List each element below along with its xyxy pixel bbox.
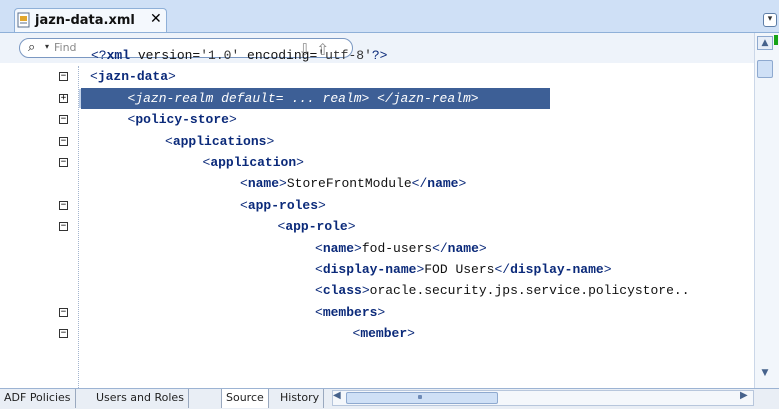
code-token: </ (411, 176, 428, 192)
code-token: < (315, 304, 323, 320)
code-token: xml (106, 48, 131, 63)
tab-list-dropdown-icon[interactable]: ▾ (763, 13, 777, 27)
tab-title: jazn-data.xml (35, 13, 135, 28)
code-token: app-roles (247, 197, 319, 213)
code-token: applications (172, 133, 267, 149)
collapse-fold-icon[interactable]: − (59, 222, 68, 232)
code-line: <name>StoreFrontModule</name> (240, 173, 466, 194)
code-token: > (296, 155, 304, 170)
scroll-grip-icon (418, 395, 422, 399)
code-line: <?xml version='1.0' encoding='utf-8'?> (91, 45, 387, 66)
code-token: name (427, 176, 459, 192)
code-token: name (247, 176, 280, 192)
code-token: < (315, 262, 323, 277)
code-token: > (478, 240, 487, 256)
vertical-scrollbar[interactable] (754, 33, 779, 388)
code-token: < (165, 133, 173, 149)
fold-gutter-guide (78, 66, 79, 388)
tab-adf-policies[interactable]: ADF Policies (0, 389, 76, 408)
code-token: application (210, 155, 297, 170)
code-token: > (354, 240, 362, 256)
code-token: members (322, 304, 378, 320)
code-token: '1.0' (200, 48, 240, 63)
code-token: > (603, 262, 612, 277)
tab-jazn-data-xml[interactable]: jazn-data.xml ✕ (14, 8, 167, 32)
code-token: 'utf-8' (317, 48, 372, 63)
code-token: > (407, 326, 415, 342)
horizontal-scroll-thumb[interactable] (346, 392, 498, 404)
code-line: <app-roles> (240, 195, 326, 216)
code-token: name (447, 240, 479, 256)
collapse-fold-icon[interactable]: − (59, 158, 68, 167)
code-line: <policy-store> (128, 109, 237, 130)
collapse-fold-icon[interactable]: − (59, 136, 68, 146)
code-token: > (361, 283, 370, 299)
code-token: app-role (285, 219, 348, 235)
expand-fold-icon[interactable]: + (59, 93, 68, 103)
code-line: <members> (315, 302, 385, 323)
code-token: > (168, 69, 176, 85)
code-token: <jazn-realm default= ... realm> </jazn-r… (127, 90, 479, 106)
code-token: < (90, 69, 98, 85)
code-token: > (266, 133, 275, 149)
code-token: member (360, 326, 408, 342)
tab-source[interactable]: Source (221, 389, 269, 408)
xml-file-icon (17, 12, 30, 28)
code-line: <jazn-realm default= ... realm> </jazn-r… (127, 88, 479, 109)
code-token: </ (432, 240, 448, 256)
scroll-up-icon[interactable]: ▲ (757, 36, 773, 50)
code-token: < (240, 176, 248, 192)
collapse-fold-icon[interactable]: − (59, 115, 68, 125)
vertical-scroll-thumb[interactable] (757, 60, 773, 78)
close-tab-icon[interactable]: ✕ (150, 11, 162, 27)
code-token: encoding= (239, 48, 318, 63)
code-line: <member> (353, 323, 415, 344)
status-ok-marker (774, 35, 778, 45)
code-token: FOD Users (424, 262, 495, 277)
find-placeholder: Find (54, 41, 77, 54)
code-token: > (279, 176, 287, 192)
code-line: <name>fod-users</name> (315, 238, 487, 259)
code-token: > (318, 197, 326, 213)
collapse-fold-icon[interactable]: − (59, 72, 68, 82)
code-token: > (347, 219, 356, 235)
code-token: jazn-data (97, 69, 169, 85)
code-token: </ (494, 262, 511, 277)
code-token: StoreFrontModule (286, 176, 412, 192)
code-token: version= (130, 48, 201, 63)
code-token: > (377, 304, 386, 320)
code-token: class (322, 283, 362, 299)
collapse-fold-icon[interactable]: − (59, 329, 68, 339)
scroll-down-icon[interactable]: ▼ (757, 368, 773, 382)
code-token: ?> (371, 48, 388, 63)
code-line: <app-role> (278, 216, 356, 237)
code-token: < (315, 240, 323, 256)
code-token: oracle.security.jps.service.policystore.… (369, 283, 690, 299)
scroll-corner (754, 389, 779, 408)
binoculars-icon[interactable]: ⌕ (28, 40, 35, 55)
collapse-fold-icon[interactable]: − (59, 200, 68, 210)
code-line: <jazn-data> (90, 66, 176, 87)
tab-history[interactable]: History (276, 389, 325, 408)
scroll-right-icon[interactable]: ▶ (740, 390, 748, 401)
code-token: > (228, 112, 237, 128)
code-token: < (315, 283, 323, 299)
code-token: > (458, 176, 467, 192)
code-token: display-name (510, 262, 604, 277)
tab-users-and-roles[interactable]: Users and Roles (92, 389, 189, 408)
scroll-left-icon[interactable]: ◀ (333, 390, 341, 401)
code-line: <application> (203, 152, 304, 173)
caret-marker (79, 89, 81, 108)
code-token: <? (91, 48, 107, 63)
code-line: <applications> (165, 131, 274, 152)
collapse-fold-icon[interactable]: − (59, 307, 68, 317)
code-token: policy-store (135, 112, 229, 128)
code-token: fod-users (361, 240, 433, 256)
code-line: <class>oracle.security.jps.service.polic… (315, 280, 690, 301)
chevron-down-icon[interactable]: ▾ (45, 42, 49, 51)
code-token: display-name (322, 262, 417, 277)
code-line: <display-name>FOD Users</display-name> (315, 259, 612, 280)
code-token: name (322, 240, 355, 256)
code-token: < (240, 197, 248, 213)
